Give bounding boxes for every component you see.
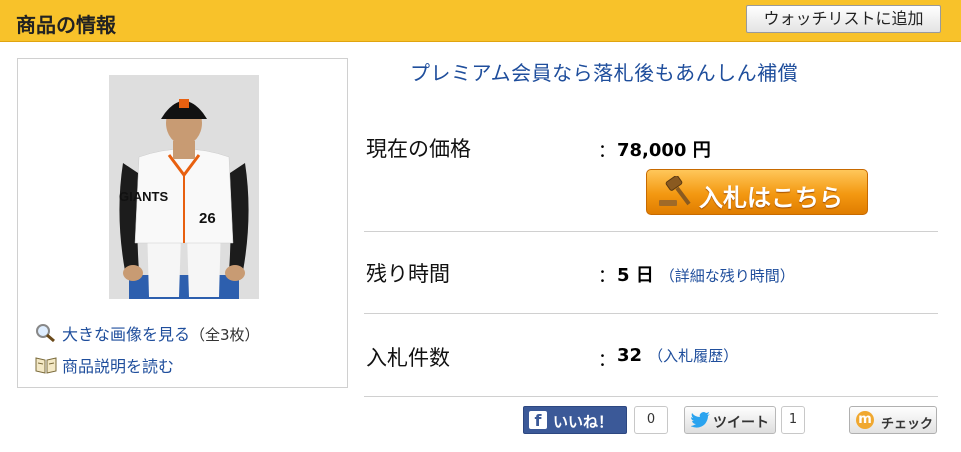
divider xyxy=(364,231,938,232)
facebook-like-count: 0 xyxy=(634,406,668,434)
tweet-label: ツイート xyxy=(713,415,769,431)
bid-history-link[interactable]: （入札履歴） xyxy=(648,347,738,365)
product-photo[interactable]: GIANTS 26 xyxy=(109,75,259,299)
tweet-count: 1 xyxy=(781,406,805,434)
jersey-team: GIANTS xyxy=(119,189,168,204)
twitter-bird-icon xyxy=(690,412,711,432)
bids-count: 32 xyxy=(617,345,643,366)
facebook-like-label: いいね！ xyxy=(553,413,614,431)
divider xyxy=(364,396,938,397)
gavel-icon xyxy=(657,175,695,214)
bids-value-row: 32 （入札履歴） xyxy=(617,345,738,366)
magnifier-icon xyxy=(34,323,58,343)
section-title: 商品の情報 xyxy=(16,13,116,37)
add-to-watchlist-button[interactable]: ウォッチリストに追加 xyxy=(746,5,941,33)
price-label: 現在の価格 xyxy=(366,137,471,161)
bids-label: 入札件数 xyxy=(366,346,450,370)
price-value: 78,000 円 xyxy=(617,140,711,161)
large-image-link[interactable]: 大きな画像を見る xyxy=(62,325,190,344)
mixi-icon: m xyxy=(856,411,874,429)
section-header: 商品の情報 ウォッチリストに追加 xyxy=(0,0,961,42)
description-link[interactable]: 商品説明を読む xyxy=(62,357,174,376)
price-colon: ： xyxy=(598,141,616,162)
description-row: 商品説明を読む xyxy=(34,353,174,377)
facebook-like-button[interactable]: f いいね！ xyxy=(523,406,627,434)
time-detail-link[interactable]: （詳細な残り時間） xyxy=(660,267,795,285)
large-image-row: 大きな画像を見る（全3枚） xyxy=(34,321,260,345)
bids-colon: ： xyxy=(598,350,616,371)
bid-button-label: 入札はこちら xyxy=(699,184,843,212)
mixi-check-button[interactable]: m チェック xyxy=(849,406,937,434)
jersey-number: 26 xyxy=(199,210,216,227)
bid-button[interactable]: 入札はこちら xyxy=(646,169,868,215)
facebook-icon: f xyxy=(529,411,547,430)
book-icon xyxy=(34,355,58,375)
tweet-button[interactable]: ツイート xyxy=(684,406,776,434)
divider xyxy=(364,313,938,314)
time-left-colon: ： xyxy=(598,266,616,287)
time-left-value-row: 5 日 （詳細な残り時間） xyxy=(617,261,795,287)
time-left-value: 5 日 xyxy=(617,265,654,286)
image-count: （全3枚） xyxy=(190,326,260,344)
premium-promo-link[interactable]: プレミアム会員なら落札後もあんしん補償 xyxy=(410,57,798,86)
mixi-check-label: チェック xyxy=(881,417,934,432)
image-panel: GIANTS 26 大きな画像を見る（全3枚） 商品説明を読む xyxy=(17,58,348,388)
time-left-label: 残り時間 xyxy=(366,262,450,286)
